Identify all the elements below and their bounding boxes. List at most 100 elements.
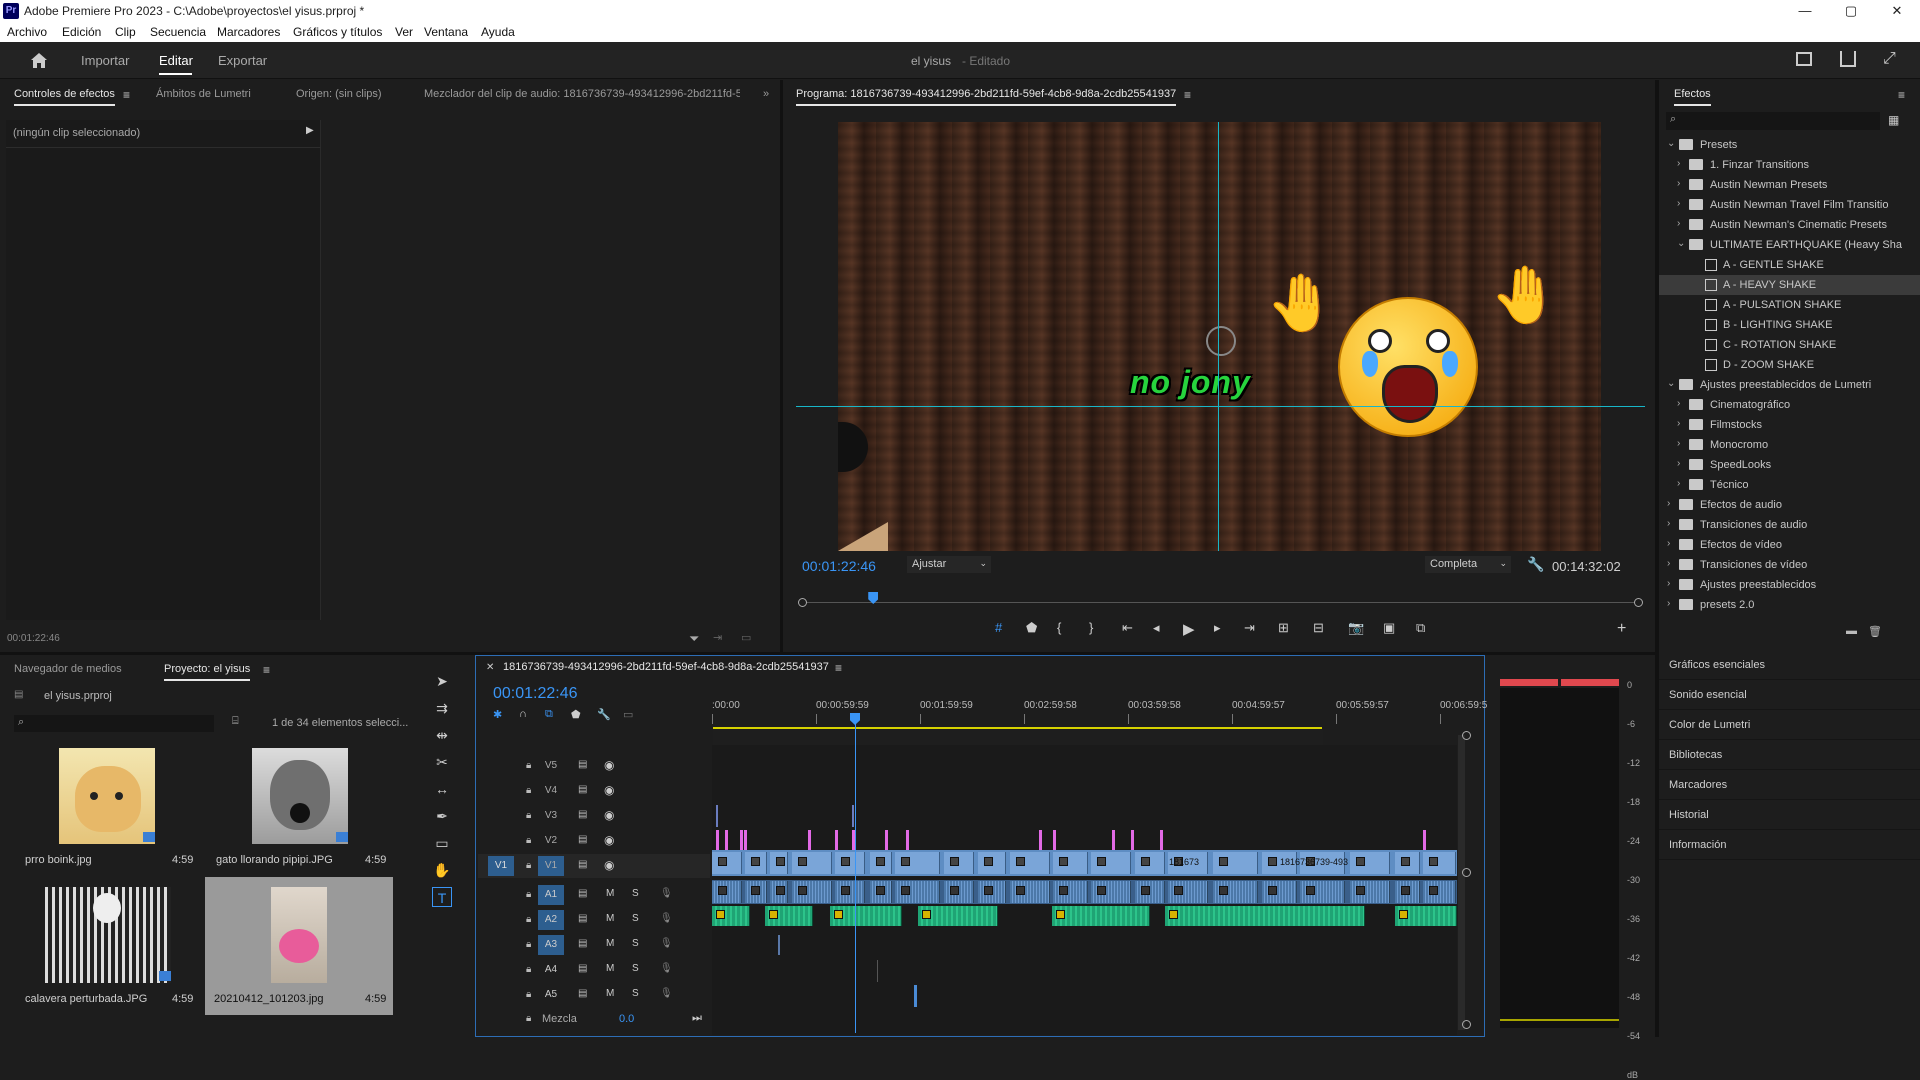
- v2-marker[interactable]: [725, 830, 728, 850]
- lock-icon[interactable]: 🔒︎: [526, 860, 531, 871]
- mute-button[interactable]: M: [606, 988, 614, 999]
- lock-icon[interactable]: 🔒︎: [526, 889, 531, 900]
- settings-wrench-icon[interactable]: 🔧: [1527, 556, 1544, 573]
- v1-clip[interactable]: [712, 852, 742, 874]
- menu-clip[interactable]: Clip: [115, 25, 136, 39]
- chevron-icon[interactable]: ›: [1677, 478, 1680, 489]
- close-icon[interactable]: ✕: [1874, 0, 1920, 22]
- a2-clip[interactable]: [830, 906, 902, 926]
- program-timecode[interactable]: 00:01:22:46: [802, 558, 876, 574]
- sync-lock-icon[interactable]: ▤: [578, 963, 587, 974]
- track-label[interactable]: A2: [538, 910, 564, 930]
- a5-clip[interactable]: [914, 985, 917, 1007]
- slip-tool-icon[interactable]: ↔: [432, 779, 452, 799]
- scroll-handle[interactable]: [1462, 731, 1471, 740]
- v2-marker[interactable]: [1160, 830, 1163, 850]
- thumb-gato-llorando[interactable]: [252, 748, 348, 844]
- mute-button[interactable]: M: [606, 913, 614, 924]
- a1-clip[interactable]: [1350, 881, 1390, 903]
- delete-icon[interactable]: 🗑: [1868, 625, 1882, 638]
- sync-lock-icon[interactable]: ▤: [578, 859, 587, 870]
- side-panel-item[interactable]: Información: [1659, 830, 1920, 860]
- v2-marker[interactable]: [716, 830, 719, 850]
- tab-media-browser[interactable]: Navegador de medios: [14, 663, 122, 675]
- a1-clip[interactable]: [978, 881, 1006, 903]
- lock-icon[interactable]: 🔒︎: [526, 1013, 531, 1024]
- v2-marker[interactable]: [1131, 830, 1134, 850]
- effects-tree-item[interactable]: ⌄ Ajustes preestablecidos de Lumetri: [1659, 375, 1920, 395]
- a2-clip[interactable]: [918, 906, 998, 926]
- v2-marker[interactable]: [744, 830, 747, 850]
- tab-audio-clip-mixer[interactable]: Mezclador del clip de audio: 1816736739-…: [424, 88, 740, 100]
- sync-lock-icon[interactable]: ▤: [578, 809, 587, 820]
- quick-export-icon[interactable]: [1796, 52, 1812, 66]
- chevron-icon[interactable]: ›: [1677, 218, 1680, 229]
- solo-button[interactable]: S: [632, 988, 639, 999]
- playback-resolution-select[interactable]: Completa ⌄: [1425, 556, 1511, 573]
- scrubber-in-handle[interactable]: [798, 598, 807, 607]
- v1-clip[interactable]: [770, 852, 788, 874]
- v2-marker[interactable]: [740, 830, 743, 850]
- track-label[interactable]: V5: [538, 756, 564, 776]
- eye-icon[interactable]: ◉: [604, 858, 614, 872]
- overlay-title-text[interactable]: no jony: [1130, 364, 1251, 401]
- pen-tool-icon[interactable]: ✒: [432, 806, 452, 826]
- thumb-prro-boink[interactable]: [59, 748, 155, 844]
- sync-lock-icon[interactable]: ▤: [578, 913, 587, 924]
- lock-icon[interactable]: 🔒︎: [526, 810, 531, 821]
- snap-grid-icon[interactable]: #: [995, 620, 1002, 635]
- a1-clip[interactable]: [712, 881, 742, 903]
- track-label[interactable]: V1: [538, 856, 564, 876]
- v1-clip[interactable]: [1395, 852, 1420, 874]
- scrubber-out-handle[interactable]: [1634, 598, 1643, 607]
- sync-lock-icon[interactable]: ▤: [578, 988, 587, 999]
- menu-ver[interactable]: Ver: [395, 25, 413, 39]
- program-menu-icon[interactable]: ≡: [1184, 88, 1191, 102]
- track-label[interactable]: A4: [538, 960, 564, 980]
- a1-clip[interactable]: [1135, 881, 1165, 903]
- effects-tree-item[interactable]: › SpeedLooks: [1659, 455, 1920, 475]
- snap-icon[interactable]: ∩: [519, 708, 527, 720]
- effects-tree-item[interactable]: ⌄ ULTIMATE EARTHQUAKE (Heavy Sha: [1659, 235, 1920, 255]
- thumb-20210412[interactable]: [271, 887, 327, 983]
- scroll-handle[interactable]: [1462, 868, 1471, 877]
- timeline-playhead-line[interactable]: [855, 715, 856, 1033]
- razor-tool-icon[interactable]: ✂: [432, 752, 452, 772]
- effects-tree-item[interactable]: › Austin Newman's Cinematic Presets: [1659, 215, 1920, 235]
- side-panel-item[interactable]: Color de Lumetri: [1659, 710, 1920, 740]
- track-select-tool-icon[interactable]: ⇉: [432, 698, 452, 718]
- eye-icon[interactable]: ◉: [604, 758, 614, 772]
- eye-icon[interactable]: ◉: [604, 783, 614, 797]
- sequence-tab[interactable]: 1816736739-493412996-2bd211fd-59ef-4cb8-…: [503, 661, 829, 673]
- timeline-timecode[interactable]: 00:01:22:46: [493, 685, 578, 703]
- captions-icon[interactable]: ▭: [623, 708, 633, 721]
- menu-secuencia[interactable]: Secuencia: [150, 25, 206, 39]
- lock-icon[interactable]: 🔒︎: [526, 835, 531, 846]
- v1-clip[interactable]: [745, 852, 767, 874]
- side-panel-item[interactable]: Bibliotecas: [1659, 740, 1920, 770]
- panel-menu-icon[interactable]: ≡: [123, 88, 130, 102]
- timeline-vscroll[interactable]: [1458, 735, 1465, 1030]
- time-ruler[interactable]: :00:00 00:00:59:59 00:01:59:59 00:02:59:58 0…: [712, 696, 1487, 726]
- effects-tree-item[interactable]: › Efectos de audio: [1659, 495, 1920, 515]
- play-icon[interactable]: ▶: [1183, 620, 1195, 638]
- a1-clip[interactable]: [1010, 881, 1050, 903]
- tab-effects[interactable]: Efectos: [1674, 88, 1711, 106]
- track-label[interactable]: A3: [538, 935, 564, 955]
- menu-edicion[interactable]: Edición: [62, 25, 101, 39]
- go-to-out-icon[interactable]: ⇥: [1244, 620, 1255, 636]
- effects-tree-item[interactable]: › Efectos de vídeo: [1659, 535, 1920, 555]
- menu-ayuda[interactable]: Ayuda: [481, 25, 515, 39]
- mic-icon[interactable]: 🎙︎: [660, 913, 673, 924]
- a1-clip[interactable]: [1091, 881, 1131, 903]
- effects-tree-item[interactable]: A - GENTLE SHAKE: [1659, 255, 1920, 275]
- vr-video-icon[interactable]: ⧉: [1416, 620, 1425, 636]
- work-area-bar[interactable]: [713, 727, 1322, 729]
- step-forward-icon[interactable]: ▸: [1214, 620, 1221, 636]
- minimize-icon[interactable]: —: [1782, 0, 1828, 22]
- solo-button[interactable]: S: [632, 938, 639, 949]
- a1-clip[interactable]: [792, 881, 832, 903]
- a1-clip[interactable]: [770, 881, 788, 903]
- chevron-icon[interactable]: ›: [1677, 418, 1680, 429]
- track-label[interactable]: V4: [538, 781, 564, 801]
